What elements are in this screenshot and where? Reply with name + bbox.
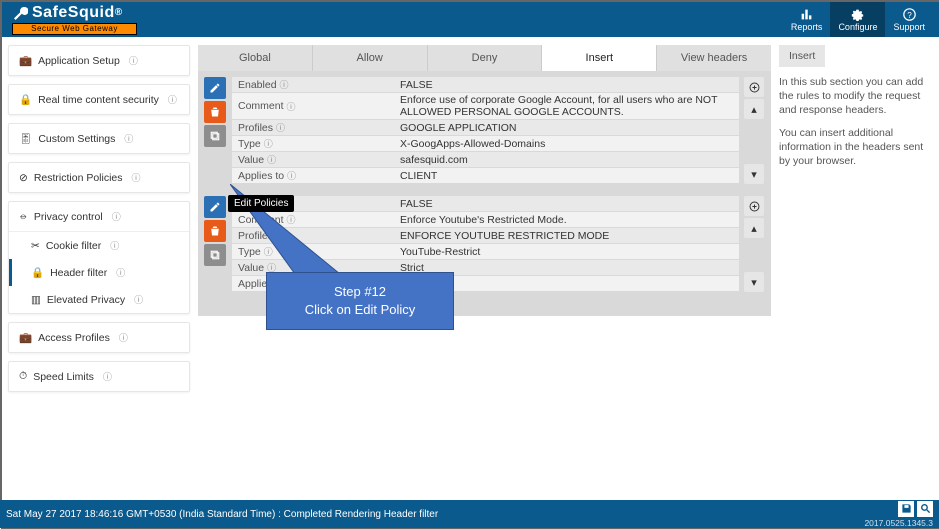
clone-button[interactable] <box>204 125 226 147</box>
lock-icon: 🔒 <box>19 93 32 106</box>
question-icon: ? <box>903 8 916 21</box>
tabs: Global Allow Deny Insert View headers <box>198 45 771 71</box>
section-title: Insert <box>779 45 825 67</box>
add-button[interactable] <box>744 196 764 216</box>
sidebar-item-custom[interactable]: 🎚Custom Settingsⓘ <box>8 123 190 154</box>
tab-view-headers[interactable]: View headers <box>657 45 771 71</box>
info-icon: ⓘ <box>267 153 276 166</box>
sidebar-header-filter[interactable]: 🔒Header filterⓘ <box>9 259 189 286</box>
info-icon: ⓘ <box>264 137 273 150</box>
briefcase-icon: 💼 <box>19 331 32 344</box>
callout-line1: Step #12 <box>281 283 439 301</box>
support-button[interactable]: ? Support <box>885 2 933 37</box>
edit-button[interactable] <box>204 77 226 99</box>
brand-logo: SafeSquid® Secure Web Gateway <box>12 5 137 35</box>
save-button[interactable] <box>898 501 914 517</box>
info-icon: ⓘ <box>287 169 296 182</box>
info-icon: ⓘ <box>116 266 125 279</box>
briefcase-icon: 💼 <box>19 54 32 67</box>
triangle-down-icon: ▾ <box>751 168 757 181</box>
search-icon <box>920 503 931 514</box>
pencil-icon <box>209 82 221 94</box>
plus-circle-icon <box>749 82 760 93</box>
reports-button[interactable]: Reports <box>783 2 831 37</box>
info-icon: ⓘ <box>276 121 285 134</box>
triangle-down-icon: ▾ <box>751 276 757 289</box>
info-icon: ⓘ <box>280 78 289 91</box>
move-up-button[interactable]: ▴ <box>744 218 764 238</box>
move-down-button[interactable]: ▾ <box>744 164 764 184</box>
configure-button[interactable]: Configure <box>830 2 885 37</box>
delete-button[interactable] <box>204 220 226 242</box>
svg-text:?: ? <box>907 10 912 19</box>
add-button[interactable] <box>744 77 764 97</box>
rule-row: EnabledⓘFALSE CommentⓘEnforce use of cor… <box>204 77 765 184</box>
copy-icon <box>209 130 221 142</box>
sidebar-item-restriction[interactable]: ⊘Restriction Policiesⓘ <box>8 162 190 193</box>
topbar-actions: Reports Configure ? Support <box>783 2 933 37</box>
top-bar: SafeSquid® Secure Web Gateway Reports Co… <box>2 2 939 37</box>
info-icon: ⓘ <box>103 370 112 383</box>
trash-icon <box>209 106 221 118</box>
clone-button[interactable] <box>204 244 226 266</box>
info-icon: ⓘ <box>287 100 296 113</box>
version-text: 2017.0525.1345.3 <box>864 518 933 528</box>
brand-tagline: Secure Web Gateway <box>12 23 137 35</box>
sliders-icon: 🎚 <box>19 132 32 145</box>
status-text: Sat May 27 2017 18:46:16 GMT+0530 (India… <box>6 509 438 520</box>
sidebar-item-app-setup[interactable]: 💼Application Setupⓘ <box>8 45 190 76</box>
move-up-button[interactable]: ▴ <box>744 99 764 119</box>
pencil-icon <box>209 201 221 213</box>
sidebar: 💼Application Setupⓘ 🔒Real time content s… <box>2 37 190 497</box>
gauge-icon: ⏱ <box>19 370 27 383</box>
edit-button[interactable] <box>204 196 226 218</box>
info-icon: ⓘ <box>110 239 119 252</box>
info-icon: ⓘ <box>132 171 141 184</box>
triangle-up-icon: ▴ <box>751 222 757 235</box>
sidebar-cookie-filter[interactable]: ✂Cookie filterⓘ <box>9 232 189 259</box>
help-text: In this sub section you can add the rule… <box>779 75 931 118</box>
info-icon: ⓘ <box>124 132 133 145</box>
gear-icon <box>851 8 864 21</box>
ban-icon: ⊘ <box>19 172 28 184</box>
eye-off-icon: ⦵ <box>19 210 28 223</box>
tab-allow[interactable]: Allow <box>313 45 428 71</box>
plus-circle-icon <box>749 201 760 212</box>
trash-icon <box>209 225 221 237</box>
brand-reg: ® <box>115 8 123 18</box>
info-icon: ⓘ <box>168 93 177 106</box>
edit-tooltip: Edit Policies <box>228 195 294 212</box>
right-panel: Insert In this sub section you can add t… <box>775 37 939 497</box>
status-bar: Sat May 27 2017 18:46:16 GMT+0530 (India… <box>0 500 939 528</box>
lock-icon: 🔒 <box>31 266 44 279</box>
chart-bar-icon <box>800 8 813 21</box>
tab-deny[interactable]: Deny <box>428 45 543 71</box>
info-icon: ⓘ <box>129 54 138 67</box>
sidebar-item-access[interactable]: 💼Access Profilesⓘ <box>8 322 190 353</box>
info-icon: ⓘ <box>119 331 128 344</box>
content-area: Global Allow Deny Insert View headers En… <box>190 37 775 497</box>
sidebar-elevated-privacy[interactable]: ▥Elevated Privacyⓘ <box>9 286 189 313</box>
sidebar-item-speed[interactable]: ⏱Speed Limitsⓘ <box>8 361 190 392</box>
sidebar-item-realtime[interactable]: 🔒Real time content securityⓘ <box>8 84 190 115</box>
help-text: You can insert additional information in… <box>779 126 931 169</box>
move-down-button[interactable]: ▾ <box>744 272 764 292</box>
sidebar-privacy-toggle[interactable]: ⦵Privacy controlⓘ <box>9 202 189 231</box>
copy-icon <box>209 249 221 261</box>
tab-insert[interactable]: Insert <box>542 45 657 71</box>
wrench-icon <box>12 5 28 21</box>
delete-button[interactable] <box>204 101 226 123</box>
tab-global[interactable]: Global <box>198 45 313 71</box>
sidebar-item-privacy: ⦵Privacy controlⓘ ✂Cookie filterⓘ 🔒Heade… <box>8 201 190 314</box>
search-button[interactable] <box>917 501 933 517</box>
info-icon: ⓘ <box>112 210 121 223</box>
brand-name: SafeSquid <box>32 5 115 21</box>
scissors-icon: ✂ <box>31 240 40 252</box>
triangle-up-icon: ▴ <box>751 103 757 116</box>
info-icon: ⓘ <box>134 293 143 306</box>
floppy-icon <box>901 503 912 514</box>
callout-line2: Click on Edit Policy <box>281 301 439 319</box>
bars-icon: ▥ <box>31 294 41 306</box>
